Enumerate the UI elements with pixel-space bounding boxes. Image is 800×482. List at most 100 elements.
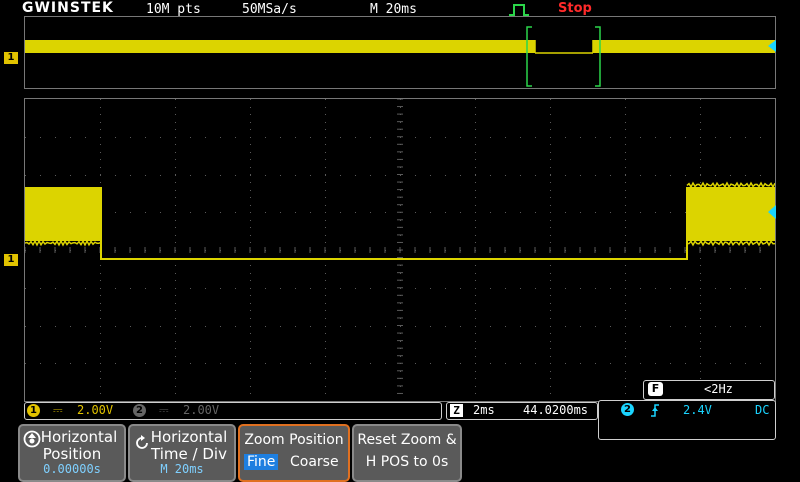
grid-dot: [325, 144, 326, 145]
grid-dot: [610, 288, 611, 289]
grid-dot: [430, 175, 431, 176]
grid-dot: [550, 341, 551, 342]
grid-dot: [220, 137, 221, 138]
grid-dot: [250, 393, 251, 394]
grid-dot: [175, 318, 176, 319]
ch1-scale: 2.00V: [77, 403, 114, 417]
grid-dot: [310, 175, 311, 176]
grid-dot: [535, 212, 536, 213]
grid-dot: [550, 122, 551, 123]
grid-dot: [160, 326, 161, 327]
grid-dot: [505, 175, 506, 176]
grid-dot: [550, 295, 551, 296]
grid-dot: [655, 326, 656, 327]
grid-dot: [490, 288, 491, 289]
grid-dot: [250, 235, 251, 236]
grid-dot: [625, 167, 626, 168]
grid-dot: [550, 242, 551, 243]
grid-dot: [550, 235, 551, 236]
grid-dot: [700, 159, 701, 160]
overview-ch1-marker: 1: [4, 52, 18, 64]
grid-dot: [145, 288, 146, 289]
grid-dot: [100, 175, 101, 176]
grid-dot: [520, 288, 521, 289]
overview-waveform[interactable]: [24, 16, 776, 89]
grid-dot: [295, 363, 296, 364]
grid-dot: [100, 318, 101, 319]
grid-dot: [670, 212, 671, 213]
grid-dot: [370, 288, 371, 289]
ch1-noise-edge: [25, 239, 102, 247]
grid-dot: [595, 212, 596, 213]
grid-dot: [700, 99, 701, 100]
grid-dot: [610, 137, 611, 138]
brand-logo: GWINSTEK: [22, 0, 114, 16]
grid-dot: [475, 242, 476, 243]
grid-dot: [415, 288, 416, 289]
grid-dot: [145, 137, 146, 138]
grid-dot: [175, 159, 176, 160]
grid-dot: [490, 326, 491, 327]
grid-dot: [250, 371, 251, 372]
grid-dot: [625, 129, 626, 130]
channel-info-bar: 1 ⎓ 2.00V 2 ⎓ 2.00V: [24, 402, 442, 420]
grid-dot: [385, 175, 386, 176]
grid-dot: [640, 363, 641, 364]
waveform-grid[interactable]: [24, 98, 776, 402]
grid-dot: [220, 212, 221, 213]
grid-dot: [685, 363, 686, 364]
grid-dot: [475, 220, 476, 221]
graticule: [25, 99, 775, 394]
grid-dot: [190, 363, 191, 364]
grid-dot: [550, 265, 551, 266]
reset-zoom-softkey[interactable]: Reset Zoom & H POS to 0s: [352, 424, 462, 482]
grid-dot: [325, 326, 326, 327]
grid-dot: [295, 212, 296, 213]
grid-dot: [100, 356, 101, 357]
grid-dot: [550, 197, 551, 198]
main-ch1-marker: 1: [4, 254, 18, 266]
grid-dot: [460, 175, 461, 176]
grid-dot: [415, 175, 416, 176]
fine-option[interactable]: Fine: [244, 454, 279, 470]
acquire-status: Stop: [558, 1, 592, 16]
grid-dot: [655, 137, 656, 138]
coarse-option[interactable]: Coarse: [290, 454, 339, 470]
grid-dot: [325, 242, 326, 243]
grid-dot: [520, 175, 521, 176]
grid-dot: [475, 265, 476, 266]
grid-dot: [625, 333, 626, 334]
horizontal-timediv-softkey[interactable]: Horizontal Time / Div M 20ms: [128, 424, 236, 482]
grid-dot: [250, 356, 251, 357]
zoom-time-div: 2ms: [473, 403, 495, 417]
grid-dot: [550, 167, 551, 168]
grid-dot: [580, 137, 581, 138]
trigger-coupling: DC: [755, 403, 770, 417]
grid-dot: [100, 341, 101, 342]
grid-dot: [250, 174, 251, 175]
grid-dot: [625, 280, 626, 281]
grid-dot: [175, 303, 176, 304]
grid-dot: [325, 393, 326, 394]
grid-dot: [460, 212, 461, 213]
softkey-label: Reset Zoom &: [357, 432, 457, 448]
grid-dot: [100, 129, 101, 130]
grid-dot: [745, 288, 746, 289]
trigger-info-box: 2 2.4V DC: [598, 400, 776, 440]
grid-dot: [175, 175, 176, 176]
grid-dot: [385, 326, 386, 327]
zoom-position-softkey[interactable]: Zoom Position Fine Coarse: [238, 424, 350, 482]
grid-dot: [520, 137, 521, 138]
grid-dot: [730, 326, 731, 327]
grid-dot: [580, 326, 581, 327]
grid-dot: [175, 129, 176, 130]
grid-dot: [700, 273, 701, 274]
grid-dot: [250, 182, 251, 183]
grid-dot: [175, 393, 176, 394]
grid-dot: [625, 212, 626, 213]
grid-dot: [175, 107, 176, 108]
grid-dot: [175, 348, 176, 349]
grid-dot: [370, 363, 371, 364]
grid-dot: [700, 280, 701, 281]
horizontal-position-softkey[interactable]: Horizontal Position 0.00000s: [18, 424, 126, 482]
